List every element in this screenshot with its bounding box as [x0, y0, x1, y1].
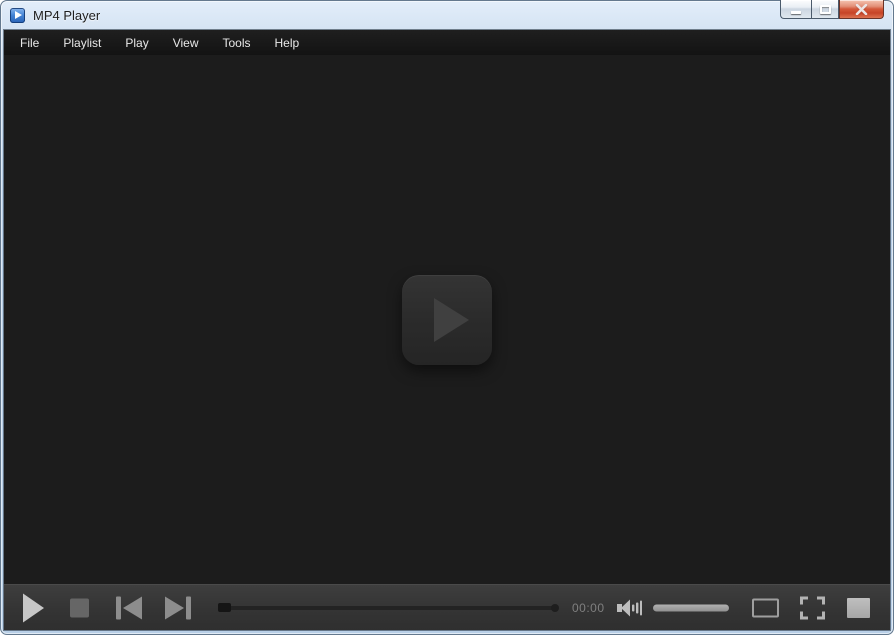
rectangle-icon	[752, 598, 779, 617]
big-play-button[interactable]	[402, 275, 492, 365]
stop-button[interactable]	[70, 598, 89, 617]
menu-item-view[interactable]: View	[161, 31, 211, 55]
minimize-icon	[791, 11, 801, 14]
titlebar[interactable]: MP4 Player	[2, 2, 892, 29]
minimize-button[interactable]	[780, 0, 811, 19]
seek-track[interactable]	[218, 606, 557, 610]
volume-slider[interactable]	[653, 604, 729, 611]
window-controls	[780, 0, 884, 19]
volume-icon	[617, 598, 642, 617]
close-icon	[855, 4, 868, 15]
seek-handle[interactable]	[218, 603, 231, 612]
app-window: MP4 Player File Playlist Play View Tools…	[0, 0, 894, 635]
fullscreen-button[interactable]	[800, 596, 825, 619]
fullscreen-icon	[800, 596, 825, 619]
square-button[interactable]	[847, 598, 870, 618]
maximize-icon	[820, 5, 831, 14]
maximize-button[interactable]	[811, 0, 839, 19]
window-content: File Playlist Play View Tools Help	[4, 30, 890, 630]
square-icon	[847, 598, 870, 618]
menubar: File Playlist Play View Tools Help	[4, 30, 890, 55]
menu-item-file[interactable]: File	[8, 31, 51, 55]
play-overlay-icon	[433, 297, 471, 343]
seek-bar[interactable]	[218, 602, 557, 614]
menu-item-playlist[interactable]: Playlist	[51, 31, 113, 55]
time-display: 00:00	[572, 601, 605, 615]
next-button[interactable]	[165, 596, 191, 619]
control-bar: 00:00	[4, 584, 890, 630]
play-button[interactable]	[22, 593, 45, 622]
previous-button[interactable]	[116, 596, 142, 619]
window-title: MP4 Player	[33, 8, 100, 23]
app-icon	[10, 8, 25, 23]
play-icon	[22, 593, 45, 622]
aspect-ratio-button[interactable]	[752, 598, 779, 617]
next-icon	[165, 596, 191, 619]
volume-button[interactable]	[617, 598, 642, 617]
volume-fill	[653, 604, 729, 611]
menu-item-tools[interactable]: Tools	[211, 31, 263, 55]
stop-icon	[70, 598, 89, 617]
menu-item-play[interactable]: Play	[113, 31, 160, 55]
video-area[interactable]	[4, 55, 890, 584]
close-button[interactable]	[839, 0, 884, 19]
previous-icon	[116, 596, 142, 619]
menu-item-help[interactable]: Help	[263, 31, 312, 55]
